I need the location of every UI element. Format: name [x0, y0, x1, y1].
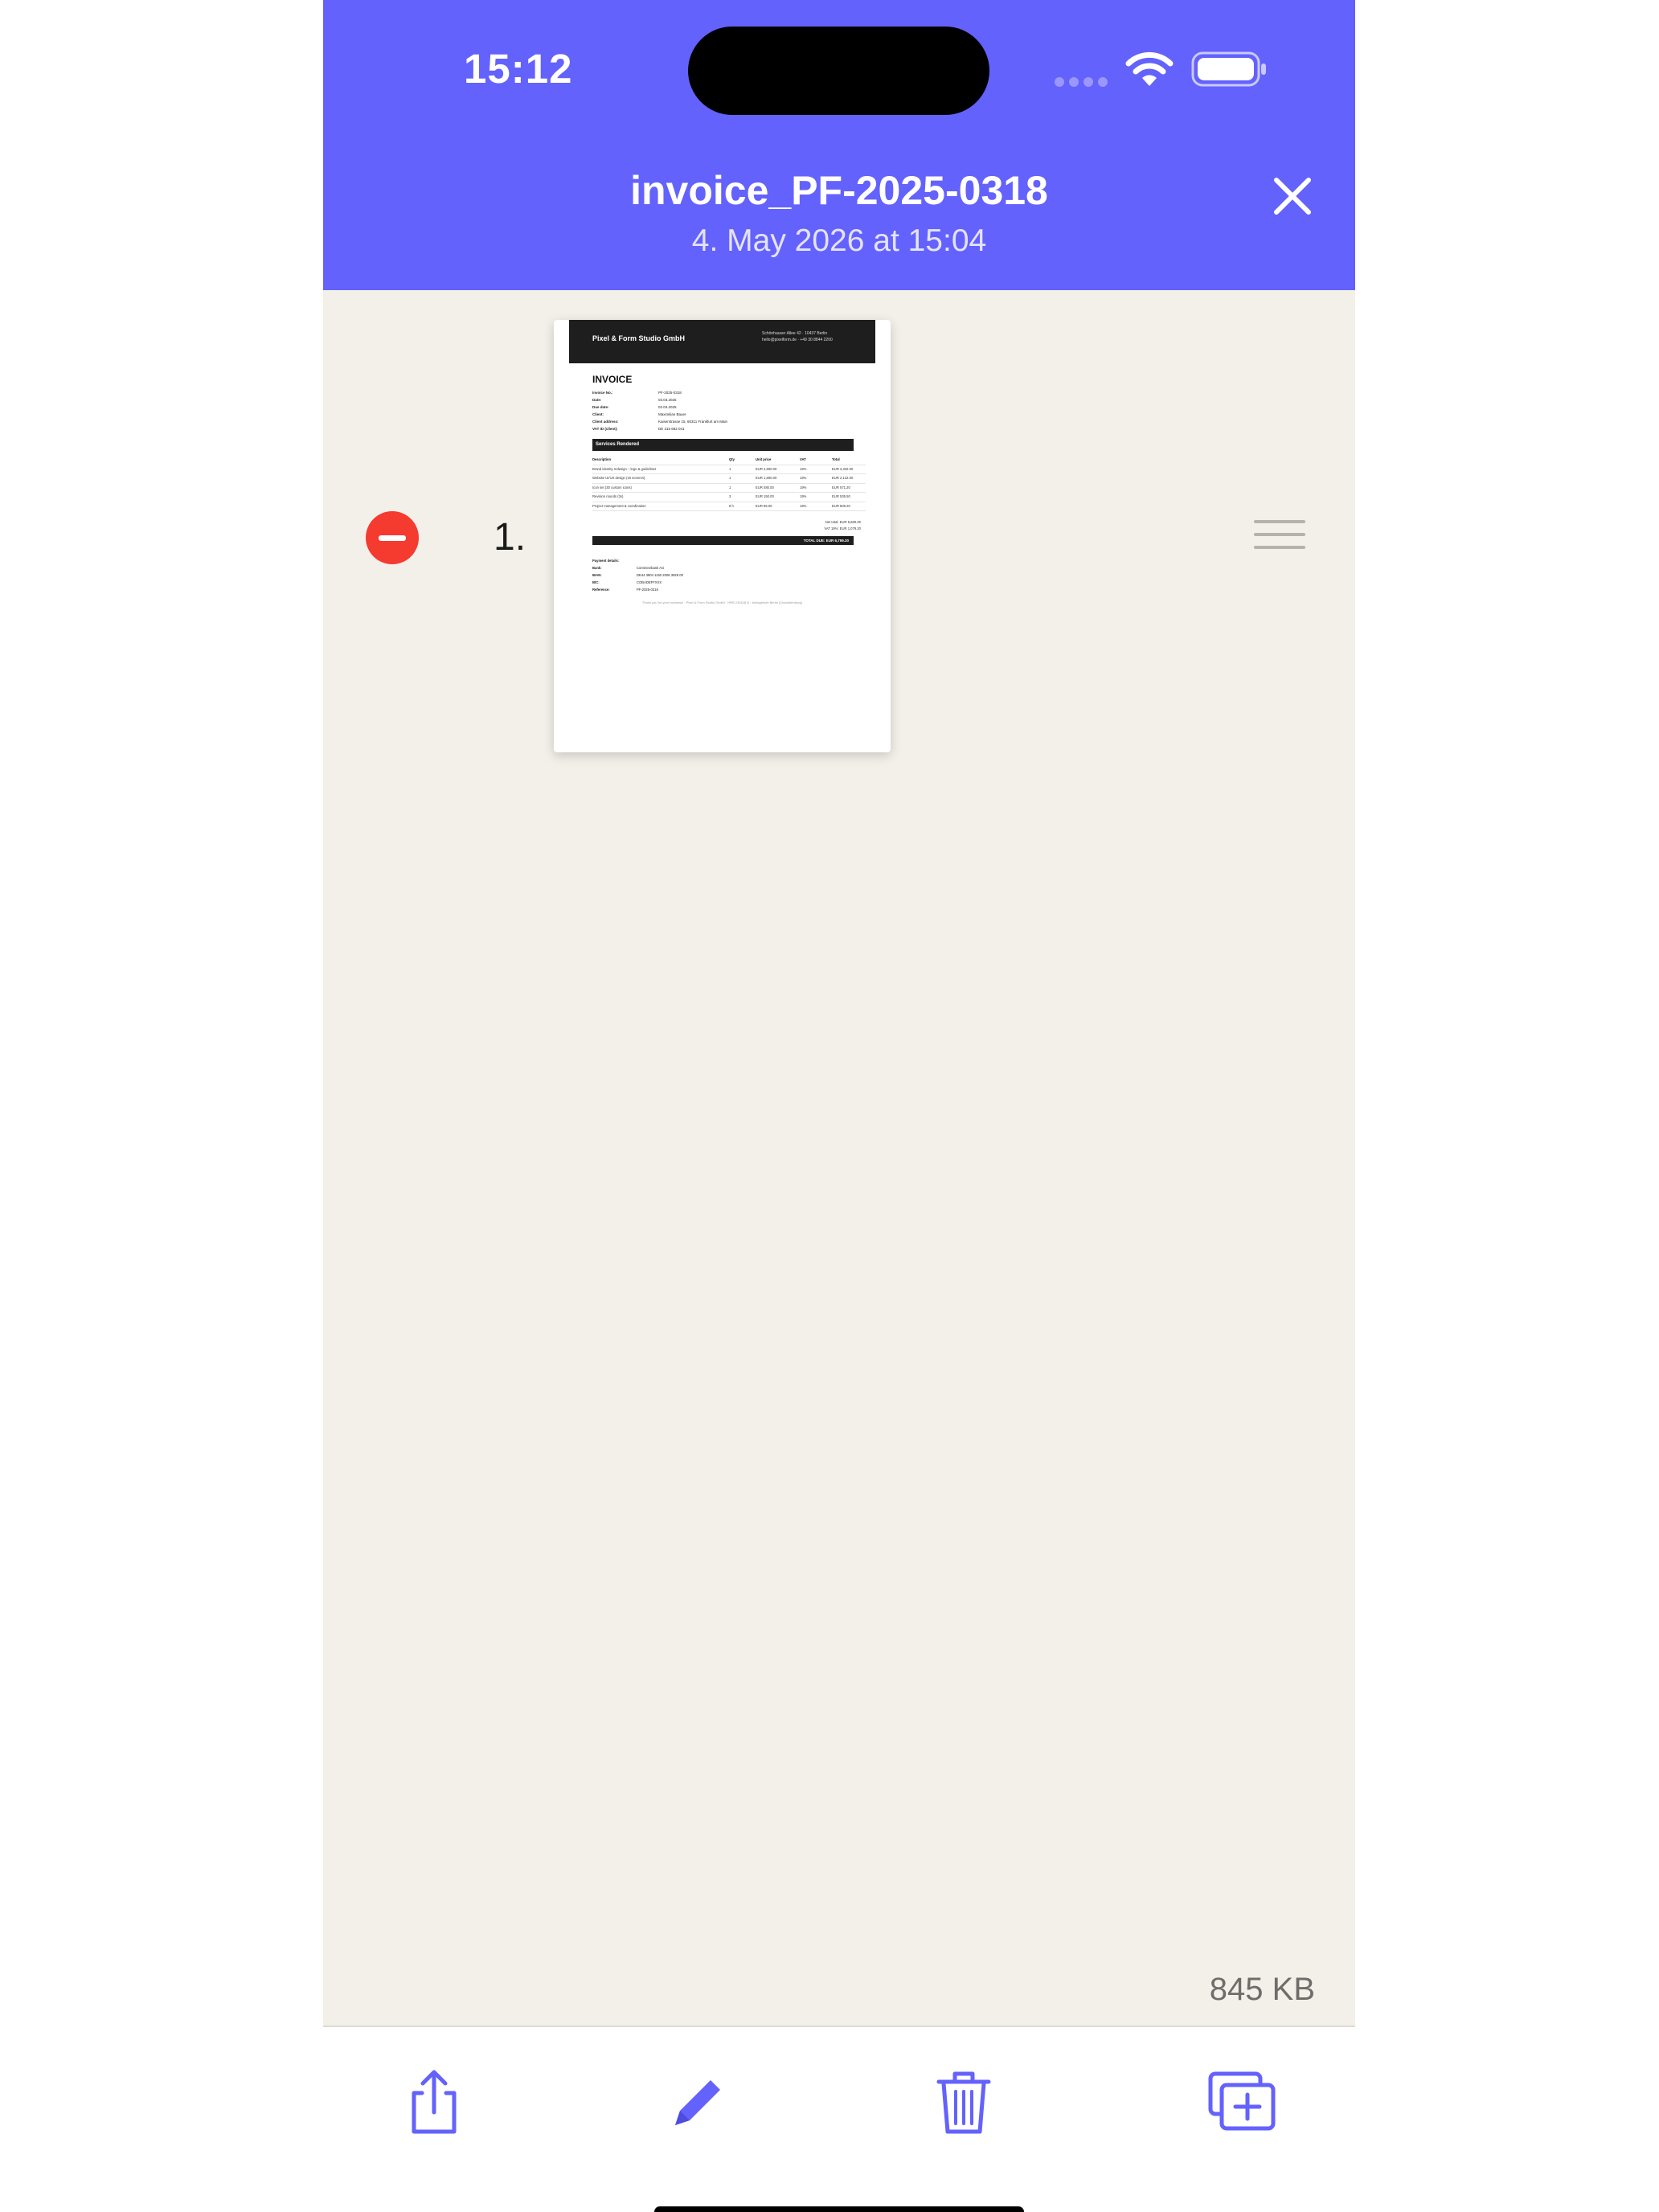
status-time: 15:12 — [464, 46, 573, 92]
invoice-company: Pixel & Form Studio GmbH — [592, 334, 686, 342]
invoice-payment-details: Payment details: Bank: Commerzbank AG IBA… — [592, 557, 683, 593]
file-size: 845 KB — [1209, 1972, 1315, 2007]
invoice-header-band: Pixel & Form Studio GmbH Schönhauser All… — [569, 320, 875, 363]
table-header: Description Qty Unit price VAT Total — [592, 456, 866, 465]
page-thumbnail[interactable]: Pixel & Form Studio GmbH Schönhauser All… — [554, 320, 891, 752]
delete-page-button[interactable] — [366, 511, 419, 564]
pencil-icon[interactable] — [661, 2066, 733, 2138]
reorder-handle-icon[interactable] — [1254, 520, 1305, 559]
minus-icon — [379, 535, 406, 541]
page-list: 1. Pixel & Form Studio GmbH Schönhauser … — [323, 290, 1355, 2026]
close-icon[interactable] — [1272, 175, 1313, 217]
trash-icon[interactable] — [928, 2066, 1000, 2138]
meta-row: Invoice No.: PF-2025-0318 — [592, 391, 682, 395]
payment-row: Reference: PF-2025-0318 — [592, 588, 658, 592]
home-indicator — [654, 2206, 1024, 2212]
payment-row: BIC: COBADEFFXXX — [592, 580, 662, 584]
invoice-footer: Thank you for your business! · Pixel & F… — [641, 600, 803, 604]
battery-icon — [1191, 51, 1266, 87]
meta-row: Client: Maximilian Bauer — [592, 412, 686, 416]
invoice-subtotals: Net total: EUR 5,680.00 VAT 19%: EUR 1,0… — [787, 519, 861, 532]
vat-total: VAT 19%: EUR 1,079.20 — [824, 526, 861, 530]
net-total: Net total: EUR 5,680.00 — [825, 520, 861, 524]
meta-row: Client address: Kaiserstrasse 15, 60311 F… — [592, 420, 727, 424]
table-row: Revision rounds (3x) 3 EUR 150.00 19% EUR 53… — [592, 493, 866, 502]
payment-row: Bank: Commerzbank AG — [592, 566, 665, 570]
table-row: Website UI/UX design (15 screens) 1 EUR 1,… — [592, 474, 866, 484]
payment-row: IBAN: DE44 3804 1150 2006 3928 00 — [592, 573, 683, 577]
screen: 15:12 invoice_PF-2025-0318 4. May 2026 a… — [323, 0, 1355, 2212]
payment-title: Payment details: — [592, 559, 620, 563]
add-page-icon[interactable] — [1206, 2066, 1278, 2138]
table-row: Icon set (30 custom icons) 1 EUR 480.00 19%… — [592, 484, 866, 493]
document-title: invoice_PF-2025-0318 — [630, 168, 1048, 213]
share-icon[interactable] — [398, 2066, 470, 2138]
page-number: 1. — [494, 516, 526, 559]
table-row: Brand identity redesign – logo & guideli… — [592, 465, 866, 474]
address-line: hello@pixelform.de · +49 30 8844 2200 — [762, 338, 833, 342]
meta-row: VAT ID (client): DE 315 682 041 — [592, 427, 685, 431]
meta-row: Date: 03.03.2025 — [592, 398, 677, 402]
invoice-total-due: TOTAL DUE: EUR 6,759.20 — [592, 536, 854, 545]
invoice-doc-title: INVOICE — [592, 374, 633, 385]
dynamic-island — [688, 27, 989, 115]
invoice-company-address: Schönhauser Allee 42 · 10437 Berlin hell… — [762, 330, 866, 343]
address-line: Schönhauser Allee 42 · 10437 Berlin — [762, 331, 828, 336]
header-bar: 15:12 invoice_PF-2025-0318 4. May 2026 a… — [323, 0, 1355, 290]
wifi-icon — [1125, 51, 1174, 86]
invoice-table: Description Qty Unit price VAT Total Bra… — [592, 456, 866, 511]
meta-row: Due date: 02.04.2025 — [592, 405, 677, 409]
bottom-toolbar — [323, 2026, 1355, 2212]
invoice-section-title: Services Rendered — [592, 439, 854, 451]
invoice-meta: Invoice No.: PF-2025-0318 Date: 03.03.2025… — [592, 389, 727, 432]
table-row: Project management & coordination 8 h EUR … — [592, 502, 866, 511]
document-date: 4. May 2026 at 15:04 — [691, 223, 987, 258]
cellular-signal-icon — [1055, 76, 1112, 91]
